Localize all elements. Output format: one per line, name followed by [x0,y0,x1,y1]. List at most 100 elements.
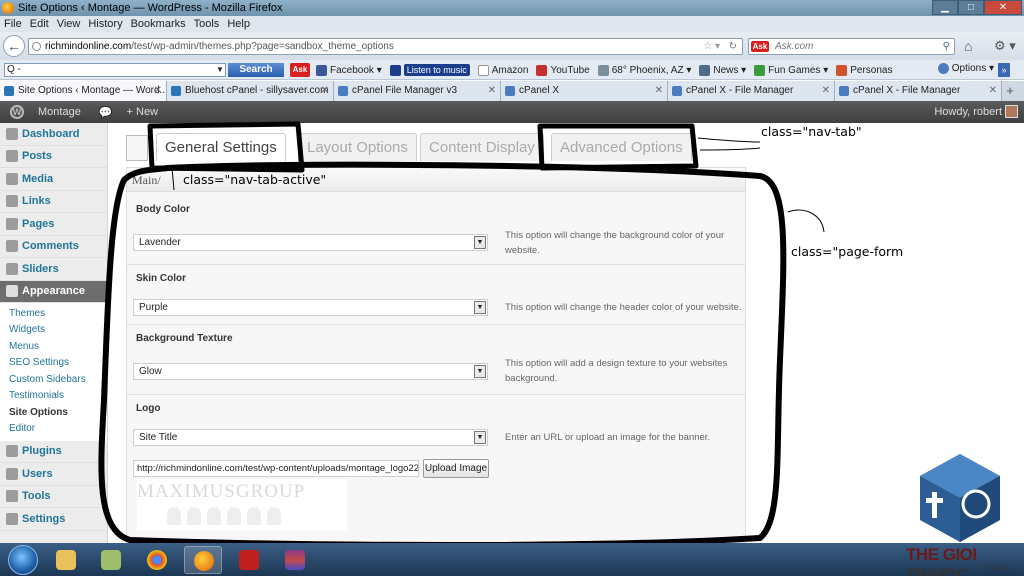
sidebar-item-pages[interactable]: Pages [0,213,107,236]
browser-tab-cpanel-fm-v3[interactable]: cPanel File Manager v3 ✕ [334,81,501,101]
chevron-down-icon[interactable]: ▼ [474,431,486,444]
bookmark-youtube[interactable]: YouTube [536,64,590,76]
avatar[interactable] [1005,105,1018,118]
submenu-item-widgets[interactable]: Widgets [0,322,107,339]
browser-tab-cpanel-x-fm-2[interactable]: cPanel X - File Manager ✕ [835,81,1002,101]
bookmark-star-icon[interactable]: ☆ ▾ [703,39,720,54]
close-icon[interactable]: ✕ [321,81,329,101]
magnifier-icon[interactable]: ⚲ [943,39,950,54]
gear-icon[interactable]: ⚙ ▾ [994,38,1016,54]
ask-search-input[interactable]: Ask Ask.com ⚲ [748,38,955,55]
tab-content-display[interactable]: Content Display [420,133,544,161]
browser-tab-cpanel-x-fm-1[interactable]: cPanel X - File Manager ✕ [668,81,835,101]
submenu-item-editor[interactable]: Editor [0,421,107,438]
tab-label: cPanel X - File Manager [686,85,794,96]
menu-bookmarks[interactable]: Bookmarks [131,16,186,32]
tab-advanced-options[interactable]: Advanced Options [551,133,692,161]
taskbar-explorer[interactable] [47,546,85,574]
toolbar-overflow-button[interactable]: » [998,63,1010,77]
taskbar-chrome[interactable] [138,546,176,574]
menu-help[interactable]: Help [227,16,250,32]
bookmark-fun-games[interactable]: Fun Games ▾ [754,64,828,76]
taskbar-filezilla[interactable] [230,546,268,574]
sidebar-item-dashboard[interactable]: Dashboard [0,123,107,146]
close-button[interactable]: ✕ [984,0,1022,15]
body-color-select[interactable]: Lavender ▼ [133,234,488,251]
maximize-button[interactable]: □ [958,0,984,15]
bookmark-amazon[interactable]: Amazon [477,64,528,76]
sidebar-item-settings[interactable]: Settings [0,508,107,531]
toolbar-options-button[interactable]: Options ▾ [937,63,994,74]
sidebar-item-sliders[interactable]: Sliders [0,258,107,281]
logo-url-input[interactable]: http://richmindonline.com/test/wp-conten… [133,460,419,477]
menubar: File Edit View History Bookmarks Tools H… [0,16,1024,32]
bookmark-list: Ask Facebook ▾ Listen to music Amazon Yo… [290,60,900,80]
tab-layout-options[interactable]: Layout Options [298,133,417,161]
sidebar-item-media[interactable]: Media [0,168,107,191]
logo-type-select[interactable]: Site Title ▼ [133,429,488,446]
menu-edit[interactable]: Edit [30,16,49,32]
home-icon[interactable]: ⌂ [964,38,972,54]
skin-color-select[interactable]: Purple ▼ [133,299,488,316]
chevron-down-icon[interactable]: ▼ [474,236,486,249]
bookmark-personas[interactable]: Personas [836,64,892,76]
sidebar-item-users[interactable]: Users [0,463,107,486]
back-arrow-icon[interactable]: ← [3,35,25,57]
taskbar-notes[interactable] [92,546,130,574]
logo-preview-graphic [167,507,307,527]
new-tab-button[interactable]: + [1002,81,1018,101]
admin-bar-howdy[interactable]: Howdy, robert [934,106,1002,118]
comment-bubble-icon[interactable]: 💬 [99,106,113,119]
upload-image-button[interactable]: Upload Image [423,459,489,478]
sidebar-item-posts[interactable]: Posts [0,146,107,168]
submenu-item-site-options[interactable]: Site Options [0,405,107,422]
menu-tools[interactable]: Tools [194,16,220,32]
taskbar-winrar[interactable] [276,546,314,574]
chevron-down-icon[interactable]: ▼ [474,365,486,378]
tab-general-settings[interactable]: General Settings [156,133,286,161]
submenu-item-custom-sidebars[interactable]: Custom Sidebars [0,372,107,389]
bookmark-weather[interactable]: 68° Phoenix, AZ ▾ [597,64,691,76]
browser-tab-site-options[interactable]: Site Options ‹ Montage — Word... ✕ [0,81,167,101]
wordpress-logo-icon[interactable]: W [10,105,24,119]
annotation-nav-tab-active: class="nav-tab-active" [183,172,327,187]
submenu-item-testimonials[interactable]: Testimonials [0,388,107,405]
submenu-item-menus[interactable]: Menus [0,339,107,356]
sidebar-item-plugins[interactable]: Plugins [0,441,107,463]
submenu-item-seo-settings[interactable]: SEO Settings [0,355,107,372]
browser-tab-bluehost[interactable]: Bluehost cPanel - sillysaver.com ✕ [167,81,334,101]
bookmark-facebook[interactable]: Facebook ▾ [316,64,382,76]
weather-icon [597,64,609,76]
minimize-button[interactable]: ▁ [932,0,958,15]
browser-tab-cpanel-x[interactable]: cPanel X ✕ [501,81,668,101]
sidebar-item-comments[interactable]: Comments [0,236,107,258]
play-icon [389,64,401,76]
bookmark-listen-music[interactable]: Listen to music [389,64,470,76]
ask-logo-icon[interactable]: Ask [290,63,310,77]
close-icon[interactable]: ✕ [655,81,663,101]
sidebar-item-links[interactable]: Links [0,191,107,213]
background-texture-select[interactable]: Glow ▼ [133,363,488,380]
chevron-down-icon[interactable]: ▼ [474,301,486,314]
close-icon[interactable]: ✕ [154,81,162,101]
globe-icon [32,42,41,51]
sidebar-item-tools[interactable]: Tools [0,486,107,508]
admin-bar-site-name[interactable]: Montage [38,106,81,118]
toolbar-search-input[interactable]: Q - ▼ [4,63,226,77]
bookmark-news[interactable]: News ▾ [699,64,746,76]
close-icon[interactable]: ✕ [488,81,496,101]
admin-bar-new-button[interactable]: + New [127,106,159,118]
reload-icon[interactable]: ↻ [729,39,737,54]
toolbar-search-button[interactable]: Search [228,63,284,77]
taskbar-firefox[interactable] [184,546,222,574]
windows-start-button[interactable] [8,545,38,575]
menu-view[interactable]: View [57,16,81,32]
sidebar-item-appearance[interactable]: Appearance [0,280,107,303]
submenu-item-themes[interactable]: Themes [0,306,107,323]
menu-history[interactable]: History [88,16,122,32]
close-icon[interactable]: ✕ [989,81,997,101]
menu-file[interactable]: File [4,16,22,32]
close-icon[interactable]: ✕ [822,81,830,101]
chevron-down-icon[interactable]: ▼ [215,64,225,76]
url-bar[interactable]: richmindonline.com/test/wp-admin/themes.… [28,38,743,55]
